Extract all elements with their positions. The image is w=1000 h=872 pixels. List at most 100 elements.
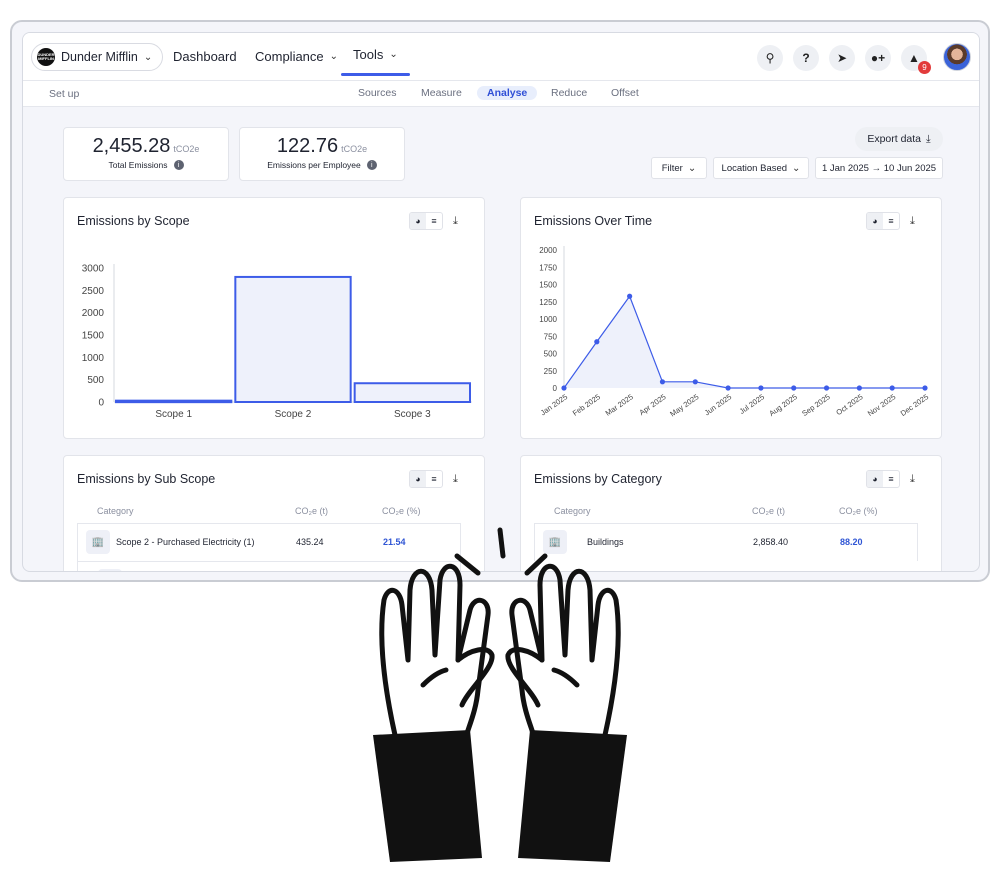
y-tick-label: 1500 [539,281,557,290]
chevron-down-icon: ⌄ [329,51,339,62]
column-header[interactable]: Category [97,506,134,516]
help-icon: ? [802,51,810,65]
y-tick-label: 0 [553,384,558,393]
app-window: DUNDER MIFFLIN Dunder Mifflin ⌄ Dashboar… [22,32,980,572]
data-point [561,385,567,391]
basis-label: Location Based [721,162,788,174]
org-switcher[interactable]: DUNDER MIFFLIN Dunder Mifflin ⌄ [31,43,164,71]
download-icon[interactable]: ⤓ [910,473,915,486]
list-view-icon[interactable]: ≡ [883,471,899,487]
x-tick-label: Aug 2025 [767,392,798,418]
data-point [627,293,633,299]
bar [234,275,352,403]
list-view-icon[interactable]: ≡ [426,471,442,487]
export-label: Export data [867,133,922,145]
chevron-down-icon: ⌄ [389,49,398,60]
nav-tools[interactable]: Tools ⌄ [341,47,410,76]
tab-offset[interactable]: Offset [611,87,639,99]
nav-dashboard[interactable]: Dashboard [173,49,237,64]
info-icon[interactable]: i [173,160,184,170]
subnav-setup[interactable]: Set up [49,88,79,100]
search-button[interactable]: ⚲ [757,45,783,71]
panel-tools: ◕ ≡ ⤓ [866,470,915,488]
y-tick-label: 1000 [539,315,557,324]
tab-measure[interactable]: Measure [421,87,462,99]
org-name: Dunder Mifflin [61,50,138,64]
chart-view-icon[interactable]: ◕ [867,471,883,487]
column-header[interactable]: CO₂e (%) [382,506,421,516]
tab-reduce[interactable]: Reduce [551,87,587,99]
time-area-chart: 0 250 500 750 1000 1250 1500 1750 2000 Jan 2025 Fe… [539,246,930,419]
kpi-emissions-per-employee: 122.76 tCO2e Emissions per Employee i [239,127,405,181]
x-tick-label: Scope 3 [394,409,431,420]
x-tick-label: Nov 2025 [866,392,897,418]
data-point [659,379,666,385]
kpi-total-emissions: 2,455.28 tCO2e Total Emissions i [63,127,229,181]
y-tick-label: 1750 [539,263,557,272]
add-user-button[interactable]: ●+ [865,45,891,71]
download-icon: ⤓ [926,132,931,145]
chevron-down-icon: ⌄ [792,162,801,174]
y-tick-label: 1250 [539,298,557,307]
y-tick-label: 500 [544,350,558,359]
avatar[interactable] [943,43,971,71]
export-data-button[interactable]: Export data ⤓ [855,127,943,151]
x-tick-label: Jul 2025 [738,392,766,416]
basis-select[interactable]: Location Based ⌄ [713,157,809,179]
notifications-button[interactable]: ▲ 9 [901,45,931,74]
y-tick-label: 250 [544,367,558,376]
panel-emissions-over-time: Emissions Over Time ◕ ≡ ⤓ 0 250 500 750 1000… [520,197,942,439]
nav-compliance[interactable]: Compliance ⌄ [255,49,338,64]
data-point [856,385,862,391]
y-tick-label: 750 [544,332,558,341]
help-button[interactable]: ? [793,45,819,71]
x-tick-label: Apr 2025 [637,392,667,417]
kpi-value: 122.76 [276,135,339,157]
panel-title: Emissions by Category [534,472,662,486]
kpi-value: 2,455.28 [92,135,171,157]
column-header[interactable]: CO₂e (t) [295,506,328,516]
chevron-down-icon: ⌄ [687,162,697,174]
y-tick-label: 2000 [539,246,557,255]
column-header[interactable]: Category [554,506,591,516]
nav-compliance-label: Compliance [255,49,324,64]
nav-tools-label: Tools [353,47,384,62]
search-icon: ⚲ [765,51,775,65]
view-toggle: ◕ ≡ [866,470,900,488]
y-tick-label: 1500 [82,331,105,342]
chart-view-icon[interactable]: ◕ [410,471,426,487]
kpi-label: Total Emissions [108,160,168,170]
raised-hands-illustration [373,527,627,862]
download-icon[interactable]: ⤓ [453,473,458,486]
filter-button[interactable]: Filter ⌄ [651,157,707,179]
view-toggle: ◕ ≡ [409,470,443,488]
rocket-icon: ➤ [836,51,848,65]
info-icon[interactable]: i [366,160,377,170]
x-tick-label: Oct 2025 [834,392,864,417]
x-tick-label: May 2025 [668,392,700,418]
column-header[interactable]: CO₂e (%) [839,506,878,516]
tab-analyse[interactable]: Analyse [477,86,538,100]
x-tick-label: Feb 2025 [571,392,602,418]
data-point [758,385,764,391]
kpi-label: Emissions per Employee [267,160,361,170]
y-tick-label: 2500 [82,286,105,297]
area-fill [564,296,925,388]
rocket-button[interactable]: ➤ [829,45,855,71]
y-tick-label: 500 [87,375,104,386]
data-point [823,385,830,391]
x-tick-label: Scope 1 [155,409,192,420]
panel-tools: ◕ ≡ ⤓ [409,470,458,488]
data-point [594,339,600,345]
add-user-icon: ●+ [870,51,886,65]
data-point [725,385,731,391]
x-tick-label: Dec 2025 [899,392,930,418]
x-tick-label: Jan 2025 [539,392,569,417]
tab-sources[interactable]: Sources [358,87,397,99]
column-header[interactable]: CO₂e (t) [752,506,785,516]
notification-badge: 9 [918,61,931,74]
x-tick-label: Mar 2025 [604,392,635,418]
date-range-picker[interactable]: 1 Jan 2025 → 10 Jun 2025 [815,157,943,179]
data-point [922,385,928,391]
y-tick-label: 2000 [82,308,105,319]
